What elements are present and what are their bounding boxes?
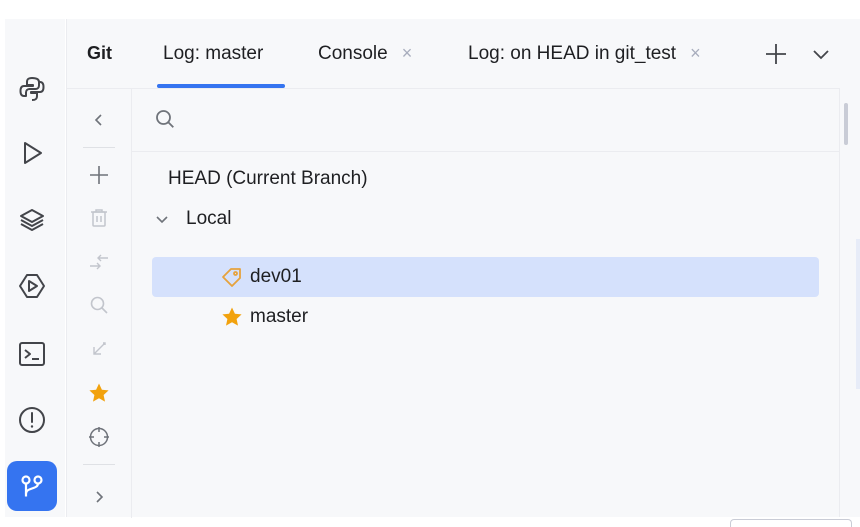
chevron-down-icon[interactable] xyxy=(154,211,170,227)
log-panel-edge xyxy=(856,239,860,389)
search-branches-button[interactable] xyxy=(67,287,131,323)
branch-name: dev01 xyxy=(250,266,302,287)
trash-icon xyxy=(91,209,107,227)
search-icon xyxy=(90,296,108,314)
branch-item-master[interactable]: master xyxy=(152,297,819,337)
head-label: HEAD (Current Branch) xyxy=(168,168,368,189)
terminal-button[interactable] xyxy=(5,329,59,379)
add-tab-button[interactable] xyxy=(763,19,789,88)
star-icon xyxy=(89,383,109,402)
python-console-button[interactable] xyxy=(5,64,59,114)
floating-box-edge xyxy=(730,519,852,527)
search-icon xyxy=(156,110,174,128)
branch-name: master xyxy=(250,306,309,327)
close-icon[interactable]: × xyxy=(402,43,413,64)
services-icon xyxy=(19,274,45,298)
branch-item-dev01[interactable]: dev01 xyxy=(152,257,819,297)
star-icon xyxy=(222,307,242,326)
layers-icon xyxy=(20,209,44,231)
plus-icon xyxy=(766,43,786,64)
branch-search-bar xyxy=(132,88,840,152)
scrollbar-thumb[interactable] xyxy=(844,103,848,145)
tab-console[interactable]: Console × xyxy=(318,19,412,88)
compare-branches-button[interactable] xyxy=(67,244,131,280)
git-button[interactable] xyxy=(5,461,59,511)
tab-log-head[interactable]: Log: on HEAD in git_test × xyxy=(468,19,701,88)
layers-button[interactable] xyxy=(5,195,59,245)
tree-item-head[interactable]: HEAD (Current Branch) xyxy=(168,159,835,199)
tree-item-local[interactable]: Local xyxy=(152,199,819,239)
expand-panel-button[interactable] xyxy=(67,479,131,515)
favorite-branch-button[interactable] xyxy=(67,375,131,411)
git-tool-window: Git Log: master Console × Log: on HEAD i… xyxy=(66,19,860,518)
navigate-log-button[interactable] xyxy=(67,419,131,455)
compare-icon xyxy=(90,254,108,270)
tab-log-master[interactable]: Log: master xyxy=(157,19,286,88)
local-label: Local xyxy=(186,208,232,229)
chevron-left-icon xyxy=(94,114,102,126)
tool-window-title: Git xyxy=(87,43,112,63)
tool-window-strip xyxy=(5,19,65,517)
problems-button[interactable] xyxy=(5,395,59,445)
target-icon xyxy=(89,427,109,447)
services-button[interactable] xyxy=(5,261,59,311)
vertical-scrollbar[interactable] xyxy=(839,89,860,517)
tab-log-master-label: Log: master xyxy=(163,42,264,64)
arrow-down-left-icon xyxy=(93,342,106,355)
tab-bar: Git Log: master Console × Log: on HEAD i… xyxy=(67,19,860,88)
chevron-down-icon xyxy=(813,49,829,59)
branch-search-input[interactable] xyxy=(188,103,792,137)
problems-icon xyxy=(19,407,45,433)
branches-toolbar xyxy=(67,88,132,518)
tab-console-label: Console xyxy=(318,42,388,64)
python-icon xyxy=(19,77,45,101)
chevron-right-icon xyxy=(96,491,104,503)
new-branch-button[interactable] xyxy=(67,157,131,193)
plus-icon xyxy=(90,166,108,184)
ide-window: Git Log: master Console × Log: on HEAD i… xyxy=(0,0,860,527)
git-icon xyxy=(21,475,43,497)
delete-branch-button[interactable] xyxy=(67,200,131,236)
tab-list-button[interactable] xyxy=(810,19,832,88)
branches-tree: HEAD (Current Branch) Local dev01 master xyxy=(132,151,840,517)
run-icon xyxy=(24,142,42,164)
run-button[interactable] xyxy=(5,128,59,178)
terminal-icon xyxy=(19,342,45,366)
update-branch-button[interactable] xyxy=(67,331,131,367)
collapse-panel-button[interactable] xyxy=(67,102,131,138)
tab-log-head-label: Log: on HEAD in git_test xyxy=(468,42,677,64)
close-icon[interactable]: × xyxy=(690,43,701,64)
tag-icon xyxy=(222,268,241,287)
